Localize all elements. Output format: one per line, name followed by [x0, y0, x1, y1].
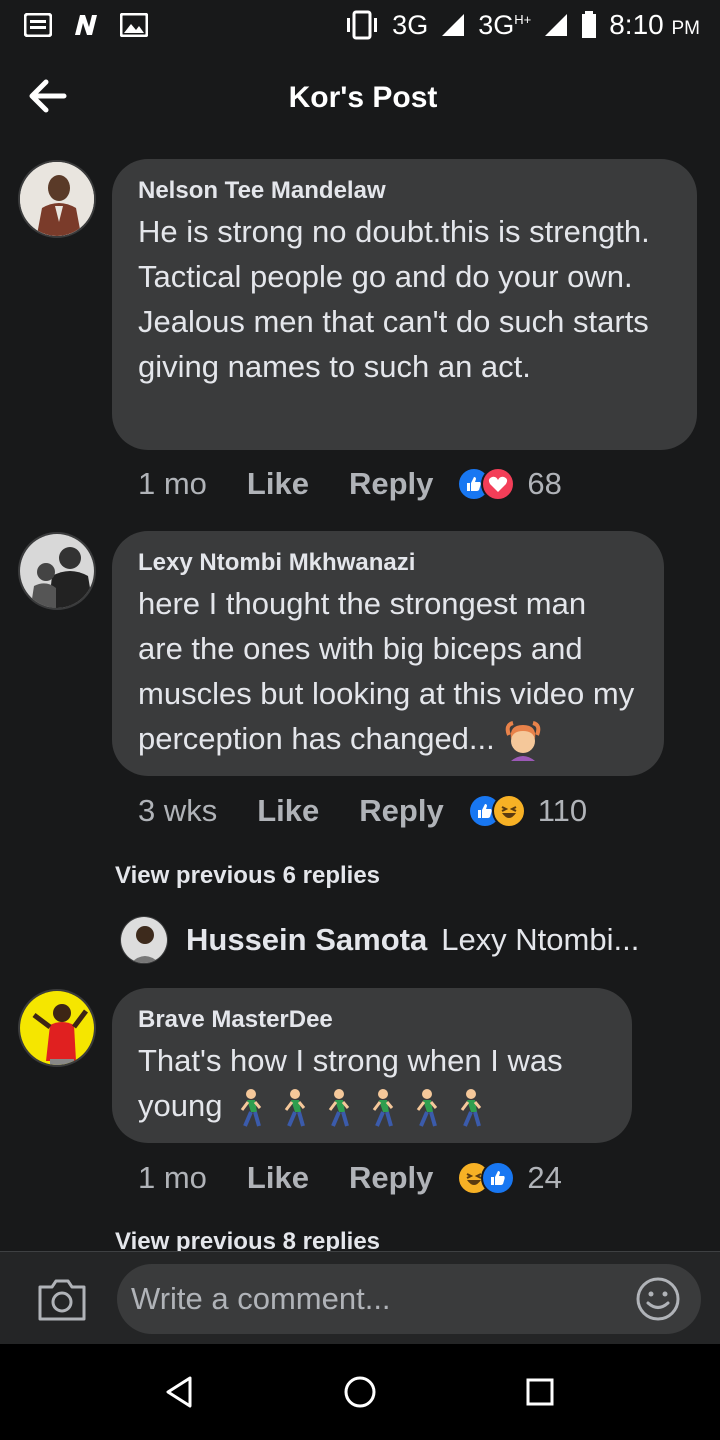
avatar-hussein: [120, 916, 168, 964]
comment-text: He is strong no doubt.this is strength. …: [138, 214, 650, 384]
comment-time[interactable]: 1 mo: [138, 466, 207, 502]
comment-bubble-1[interactable]: Nelson Tee Mandelaw He is strong no doub…: [112, 159, 697, 450]
reply-button[interactable]: Reply: [359, 793, 443, 829]
comment-actions-3: 1 mo Like Reply 24: [138, 1160, 562, 1196]
screen: { "status_bar": { "network_1": "3G", "ne…: [0, 0, 720, 1440]
like-reaction-icon: [481, 1161, 516, 1195]
network-label-2: 3GH+: [478, 9, 532, 40]
comment-text: That's how I strong when I was young: [138, 1038, 606, 1128]
avatar-nelson[interactable]: [18, 160, 96, 238]
like-button[interactable]: Like: [247, 1160, 309, 1196]
reactions[interactable]: [457, 1161, 516, 1195]
person-gesturing-ok-emoji-icon: [506, 720, 541, 761]
comment-text: here I thought the strongest man are the…: [138, 581, 638, 761]
comment-input-placeholder: Write a comment...: [131, 1281, 391, 1316]
reply-preview[interactable]: Hussein Samota Lexy Ntombi...: [120, 916, 639, 964]
avatar-lexy[interactable]: [18, 532, 96, 610]
back-arrow-icon[interactable]: [26, 76, 70, 116]
comment-actions-1: 1 mo Like Reply 68: [138, 466, 562, 502]
reply-text: Lexy Ntombi...: [441, 922, 640, 957]
n-app-notification-icon: [75, 15, 97, 35]
reply-button[interactable]: Reply: [349, 466, 433, 502]
system-nav-bar: [0, 1344, 720, 1440]
comment-input[interactable]: Write a comment...: [117, 1264, 701, 1334]
comment-author[interactable]: Brave MasterDee: [138, 1006, 606, 1034]
camera-icon[interactable]: [36, 1277, 88, 1321]
reaction-count[interactable]: 68: [527, 466, 561, 502]
signal-icon-1: [442, 14, 465, 36]
vibrate-icon: [347, 10, 378, 40]
status-bar: 3G 3GH+ 8:10 PM: [0, 0, 720, 50]
view-previous-replies-link[interactable]: View previous 6 replies: [115, 862, 380, 890]
home-nav-icon[interactable]: [340, 1372, 380, 1412]
reactions[interactable]: [467, 794, 526, 828]
page-title: Kor's Post: [288, 81, 438, 114]
back-nav-icon[interactable]: [160, 1372, 200, 1412]
comment-author[interactable]: Lexy Ntombi Mkhwanazi: [138, 549, 638, 577]
comment-composer: Write a comment...: [0, 1251, 720, 1344]
comment-time[interactable]: 1 mo: [138, 1160, 207, 1196]
reply-button[interactable]: Reply: [349, 1160, 433, 1196]
comment-actions-2: 3 wks Like Reply 110: [138, 793, 587, 829]
battery-icon: [582, 11, 597, 38]
comment-time[interactable]: 3 wks: [138, 793, 217, 829]
person-walking-icon: [240, 1087, 483, 1128]
clock: 8:10 PM: [609, 9, 700, 40]
person-walking-emojis: [231, 1087, 491, 1128]
comment-bubble-3[interactable]: Brave MasterDee That's how I strong when…: [112, 988, 632, 1143]
comment-author[interactable]: Nelson Tee Mandelaw: [138, 177, 671, 205]
haha-reaction-icon: [491, 794, 526, 828]
emoji-icon[interactable]: [635, 1276, 681, 1322]
like-button[interactable]: Like: [247, 466, 309, 502]
reactions[interactable]: [457, 467, 516, 501]
love-reaction-icon: [481, 467, 516, 501]
reply-author: Hussein Samota: [186, 922, 428, 957]
recents-nav-icon[interactable]: [520, 1372, 560, 1412]
reaction-count[interactable]: 110: [538, 793, 587, 829]
signal-icon-2: [545, 14, 568, 36]
top-bar: Kor's Post: [0, 50, 720, 146]
image-notification-icon: [120, 13, 148, 37]
like-button[interactable]: Like: [257, 793, 319, 829]
reaction-count[interactable]: 24: [527, 1160, 561, 1196]
avatar-brave[interactable]: [18, 989, 96, 1067]
news-notification-icon: [24, 13, 52, 37]
network-label-1: 3G: [392, 9, 429, 40]
comment-bubble-2[interactable]: Lexy Ntombi Mkhwanazi here I thought the…: [112, 531, 664, 776]
